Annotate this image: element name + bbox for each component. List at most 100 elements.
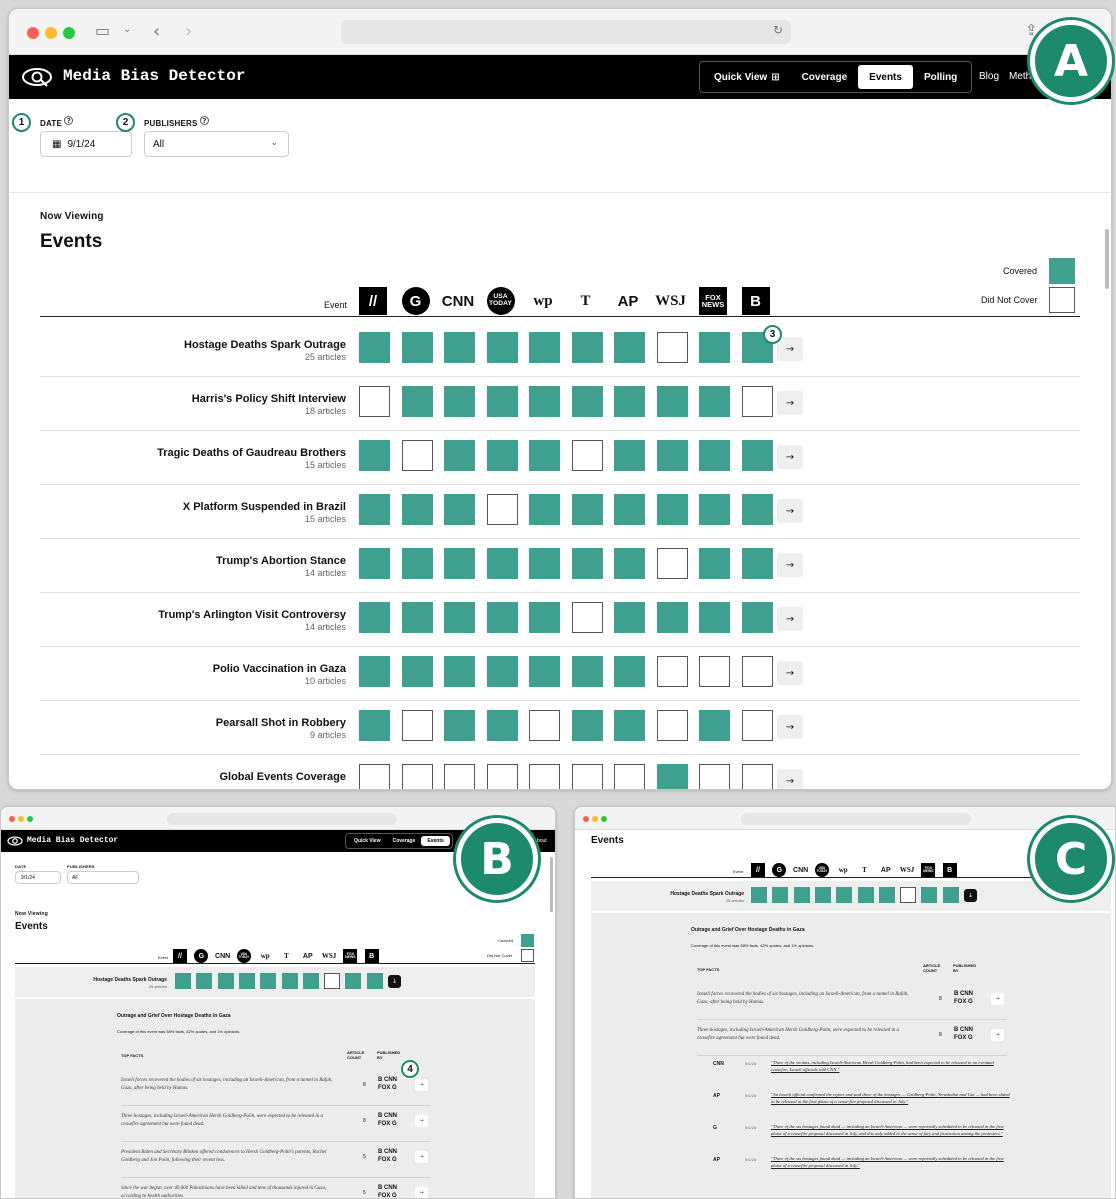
nav-coverage[interactable]: Coverage — [387, 836, 422, 846]
nav-about[interactable]: bout — [537, 838, 547, 844]
zoom-window-button[interactable] — [63, 27, 75, 39]
collapse-event-button[interactable]: ↓ — [964, 889, 977, 902]
not-covered-cell — [699, 656, 730, 687]
help-icon[interactable]: ? — [200, 116, 209, 125]
quote-text[interactable]: "Three of the victims, including Israeli… — [771, 1060, 1011, 1074]
address-bar[interactable] — [167, 813, 397, 825]
covered-cell — [741, 494, 773, 525]
nav-blog[interactable]: Blog — [979, 71, 999, 82]
covered-cell — [656, 602, 688, 633]
fact-article-count: 5 — [363, 1190, 366, 1196]
expand-fact-button[interactable]: → — [415, 1187, 428, 1198]
open-event-button[interactable]: → — [777, 715, 803, 739]
close-window-button[interactable] — [9, 816, 15, 822]
covered-cell — [175, 973, 191, 989]
legend-covered-label: Covered — [1003, 266, 1038, 276]
legend-not-covered-swatch — [1049, 287, 1075, 313]
open-event-button[interactable]: → — [777, 499, 803, 523]
share-icon[interactable]: ⇪ — [1025, 21, 1038, 39]
minimize-window-button[interactable] — [592, 816, 598, 822]
minimize-window-button[interactable] — [18, 816, 24, 822]
not-covered-cell — [656, 548, 688, 579]
event-title: Hostage Deaths Spark Outrage — [93, 977, 167, 983]
open-event-button[interactable]: → — [777, 769, 803, 789]
not-covered-cell — [486, 764, 518, 789]
expand-fact-button[interactable]: → — [991, 1029, 1004, 1041]
chevron-down-icon[interactable]: ⌄ — [123, 24, 131, 35]
covered-cell — [614, 386, 645, 417]
publishers-select[interactable]: All — [67, 871, 139, 884]
browser-window-a: ▭ ⌄ ‹ › ↻ ⇪ Media Bias Detector Quick Vi… — [8, 8, 1112, 790]
open-event-button[interactable]: → — [777, 661, 803, 685]
close-window-button[interactable] — [583, 816, 589, 822]
expand-fact-button[interactable]: → — [415, 1151, 428, 1163]
date-label: DATE ? — [40, 116, 74, 128]
brand-title[interactable]: Media Bias Detector — [27, 836, 118, 845]
covered-cell — [486, 602, 518, 633]
fact-article-count: 8 — [363, 1082, 366, 1088]
address-bar[interactable] — [341, 20, 791, 44]
event-article-count: 10 articles — [304, 676, 346, 686]
nav-events[interactable]: Events — [858, 65, 913, 89]
annotation-badge-c: C — [1030, 818, 1112, 900]
zoom-window-button[interactable] — [27, 816, 33, 822]
browser-toolbar: ▭ ⌄ ‹ › ↻ ⇪ — [9, 9, 1111, 55]
publisher-logo: CNN — [793, 866, 809, 874]
nav-polling[interactable]: Polling — [913, 65, 968, 89]
open-event-button[interactable]: → — [777, 337, 803, 361]
covered-cell — [345, 973, 362, 989]
fact-text: Three hostages, including Israeli-Americ… — [121, 1114, 323, 1127]
publishers-select[interactable]: All ⌄ — [144, 131, 289, 157]
covered-cell — [921, 887, 938, 903]
published-by-header: PUBLISHED BY — [953, 963, 977, 973]
expand-fact-button[interactable]: → — [415, 1079, 428, 1091]
covered-cell — [614, 332, 645, 363]
date-picker[interactable]: 9/1/24 — [15, 871, 61, 884]
legend-covered-label: Covered — [498, 938, 514, 943]
quote-date: 9/1/24 — [745, 1093, 757, 1098]
nav-events[interactable]: Events — [421, 836, 450, 846]
event-article-count: 14 articles — [304, 622, 346, 632]
open-event-button[interactable]: → — [777, 391, 803, 415]
open-event-button[interactable]: → — [777, 607, 803, 631]
open-event-button[interactable]: → — [777, 553, 803, 577]
help-icon[interactable]: ? — [64, 116, 74, 125]
covered-cell — [366, 973, 383, 989]
date-picker[interactable]: ▦ 9/1/24 — [40, 131, 132, 157]
table-row[interactable] — [40, 755, 1080, 789]
covered-cell — [260, 973, 277, 989]
address-bar[interactable] — [741, 813, 971, 825]
quote-text[interactable]: "Three of the six hostages found dead — … — [771, 1156, 1011, 1170]
publisher-logo: CNN — [441, 292, 475, 310]
nav-quick-view[interactable]: Quick View — [348, 836, 387, 846]
close-window-button[interactable] — [27, 27, 39, 39]
not-covered-cell — [571, 440, 603, 471]
reload-icon[interactable]: ↻ — [773, 23, 783, 37]
covered-cell — [836, 887, 853, 903]
expand-fact-button[interactable]: → — [415, 1115, 428, 1127]
fact-article-count: 5 — [363, 1154, 366, 1160]
quote-text[interactable]: "Three of the six hostages found dead — … — [771, 1124, 1011, 1138]
nav-coverage[interactable]: Coverage — [791, 65, 859, 89]
expand-fact-button[interactable]: → — [991, 993, 1004, 1005]
table-row[interactable] — [40, 701, 1080, 753]
open-event-button[interactable]: → — [777, 445, 803, 469]
table-row[interactable] — [40, 647, 1080, 699]
back-icon[interactable]: ‹ — [153, 21, 160, 42]
zoom-window-button[interactable] — [601, 816, 607, 822]
covered-cell — [614, 602, 645, 633]
legend-not-covered-swatch — [521, 949, 534, 962]
annotation-badge-2: 2 — [116, 113, 135, 132]
covered-cell — [401, 602, 433, 633]
collapse-event-button[interactable]: ↓ — [388, 975, 401, 988]
table-row[interactable] — [40, 539, 1080, 591]
forward-icon[interactable]: › — [185, 21, 192, 42]
minimize-window-button[interactable] — [45, 27, 57, 39]
scrollbar[interactable] — [1105, 229, 1109, 289]
scrollbar[interactable] — [550, 857, 553, 912]
sidebar-toggle-icon[interactable]: ▭ — [95, 21, 110, 40]
quote-text[interactable]: "An Israeli official confirmed the repor… — [771, 1092, 1011, 1106]
brand-title[interactable]: Media Bias Detector — [63, 67, 245, 85]
publisher-logo: // — [359, 287, 387, 315]
nav-quick-view[interactable]: Quick View ⊞ — [703, 65, 791, 89]
